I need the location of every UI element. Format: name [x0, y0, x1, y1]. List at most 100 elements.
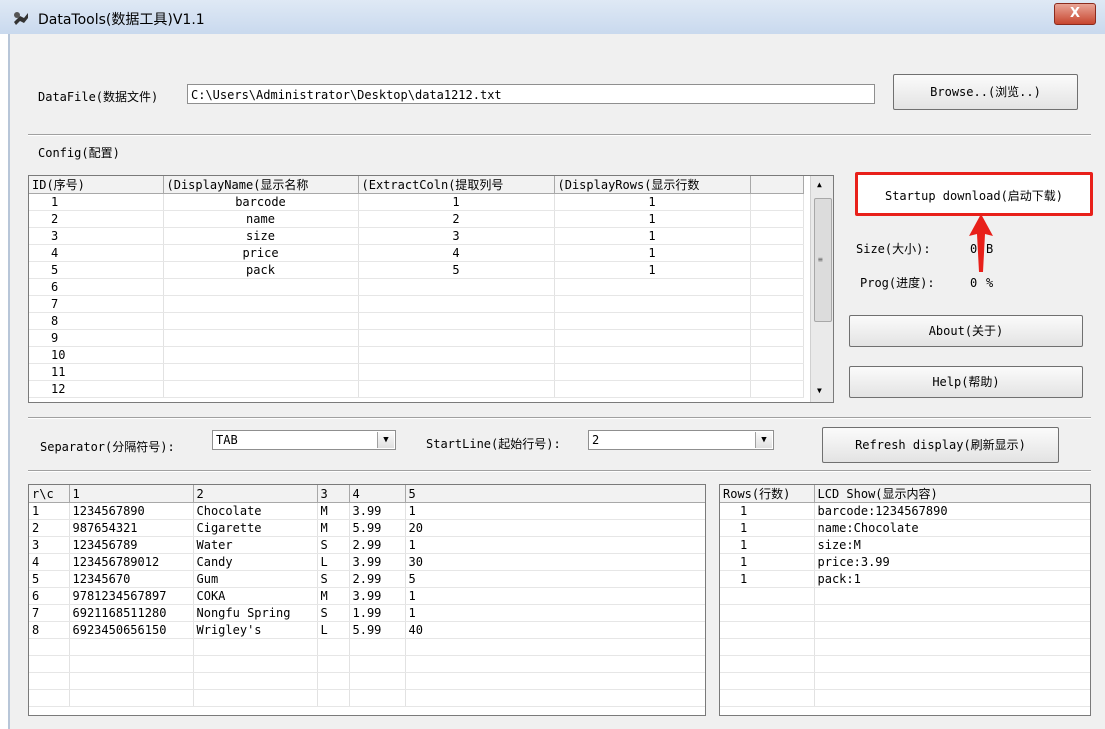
data-cell[interactable]: Cigarette	[193, 519, 318, 537]
config-row[interactable]: 1 barcode 1 1	[29, 193, 804, 211]
data-cell[interactable]: L	[317, 553, 350, 571]
config-cell[interactable]: size	[163, 227, 359, 245]
data-cell[interactable]	[405, 689, 705, 707]
lcd-row[interactable]	[720, 587, 1090, 605]
config-cell[interactable]: 1	[358, 193, 555, 211]
lcd-cell[interactable]: 1	[720, 553, 815, 571]
data-cell[interactable]: M	[317, 519, 350, 537]
about-button[interactable]: About(关于)	[849, 315, 1083, 347]
data-cell[interactable]: 8	[29, 621, 70, 639]
config-cell[interactable]: 10	[29, 346, 164, 364]
data-cell[interactable]: 40	[405, 621, 705, 639]
data-cell[interactable]: 1	[405, 536, 705, 554]
data-cell[interactable]: S	[317, 570, 350, 588]
datafile-path-input[interactable]: C:\Users\Administrator\Desktop\data1212.…	[187, 84, 875, 104]
chevron-down-icon[interactable]: ▼	[755, 432, 772, 448]
data-cell[interactable]: Chocolate	[193, 502, 318, 520]
lcd-row[interactable]: 1 size:M	[720, 536, 1090, 554]
lcd-cell[interactable]: pack:1	[814, 570, 1090, 588]
data-cell[interactable]	[193, 672, 318, 690]
lcd-cell[interactable]	[720, 672, 815, 690]
config-row[interactable]: 5 pack 5 1	[29, 261, 804, 279]
data-col-5[interactable]: 5	[405, 485, 705, 503]
config-cell[interactable]: 1	[554, 193, 751, 211]
config-row[interactable]: 6	[29, 278, 804, 296]
config-table[interactable]: ID(序号) (DisplayName(显示名称 (ExtractColn(提取…	[28, 175, 834, 403]
data-cell[interactable]: 5	[29, 570, 70, 588]
data-row[interactable]: 6 9781234567897 COKA M 3.99 1	[29, 587, 705, 605]
data-row[interactable]	[29, 638, 705, 656]
config-cell[interactable]: 1	[554, 210, 751, 228]
lcd-row[interactable]	[720, 621, 1090, 639]
config-cell[interactable]	[358, 380, 555, 398]
config-cell[interactable]: 5	[29, 261, 164, 279]
config-row[interactable]: 11	[29, 363, 804, 381]
data-cell[interactable]: Water	[193, 536, 318, 554]
lcd-row[interactable]: 1 barcode:1234567890	[720, 502, 1090, 520]
data-cell[interactable]: S	[317, 536, 350, 554]
data-cell[interactable]: 1234567890	[69, 502, 194, 520]
startup-download-button[interactable]: Startup download(启动下载)	[855, 172, 1093, 216]
data-cell[interactable]: 20	[405, 519, 705, 537]
refresh-display-button[interactable]: Refresh display(刷新显示)	[822, 427, 1059, 463]
config-cell[interactable]	[163, 380, 359, 398]
config-cell[interactable]: 2	[29, 210, 164, 228]
data-cell[interactable]: 3.99	[349, 502, 406, 520]
data-cell[interactable]: S	[317, 604, 350, 622]
data-row[interactable]: 2 987654321 Cigarette M 5.99 20	[29, 519, 705, 537]
data-cell[interactable]: 6	[29, 587, 70, 605]
data-row[interactable]: 3 123456789 Water S 2.99 1	[29, 536, 705, 554]
config-row[interactable]: 7	[29, 295, 804, 313]
help-button[interactable]: Help(帮助)	[849, 366, 1083, 398]
data-cell[interactable]: 1	[29, 502, 70, 520]
data-cell[interactable]: M	[317, 587, 350, 605]
data-cell[interactable]	[29, 672, 70, 690]
config-cell[interactable]: 6	[29, 278, 164, 296]
data-col-3[interactable]: 3	[317, 485, 350, 503]
data-cell[interactable]	[69, 655, 194, 673]
data-cell[interactable]	[405, 672, 705, 690]
data-col-2[interactable]: 2	[193, 485, 318, 503]
data-cell[interactable]	[69, 672, 194, 690]
lcd-col-show[interactable]: LCD Show(显示内容)	[814, 485, 1090, 503]
lcd-cell[interactable]: 1	[720, 502, 815, 520]
data-cell[interactable]: 12345670	[69, 570, 194, 588]
browse-button[interactable]: Browse..(浏览..)	[893, 74, 1078, 110]
data-cell[interactable]: 2.99	[349, 536, 406, 554]
config-cell[interactable]	[358, 363, 555, 381]
data-cell[interactable]	[349, 672, 406, 690]
data-cell[interactable]	[317, 655, 350, 673]
data-cell[interactable]: 987654321	[69, 519, 194, 537]
config-cell[interactable]	[163, 346, 359, 364]
data-cell[interactable]: 5	[405, 570, 705, 588]
data-cell[interactable]: 30	[405, 553, 705, 571]
lcd-cell[interactable]: 1	[720, 570, 815, 588]
lcd-cell[interactable]	[814, 689, 1090, 707]
config-cell[interactable]: pack	[163, 261, 359, 279]
data-cell[interactable]: 7	[29, 604, 70, 622]
data-cell[interactable]: COKA	[193, 587, 318, 605]
data-cell[interactable]	[193, 689, 318, 707]
data-table[interactable]: r\c 1 2 3 4 5 1 1234567890 Chocolate M 3.99 1…	[28, 484, 706, 716]
data-row[interactable]	[29, 672, 705, 690]
data-cell[interactable]: 2	[29, 519, 70, 537]
lcd-cell[interactable]	[814, 672, 1090, 690]
data-cell[interactable]: 4	[29, 553, 70, 571]
data-cell[interactable]: 1	[405, 502, 705, 520]
startline-select[interactable]: 2 ▼	[588, 430, 774, 450]
config-cell[interactable]: 12	[29, 380, 164, 398]
scroll-up-icon[interactable]: ▲	[817, 180, 822, 189]
data-cell[interactable]: 2.99	[349, 570, 406, 588]
lcd-cell[interactable]	[814, 604, 1090, 622]
config-cell[interactable]	[554, 278, 751, 296]
lcd-cell[interactable]	[720, 655, 815, 673]
config-cell[interactable]	[554, 329, 751, 347]
data-cell[interactable]: 6923450656150	[69, 621, 194, 639]
data-row[interactable]: 5 12345670 Gum S 2.99 5	[29, 570, 705, 588]
lcd-cell[interactable]	[720, 621, 815, 639]
data-cell[interactable]: 123456789012	[69, 553, 194, 571]
data-cell[interactable]: Candy	[193, 553, 318, 571]
config-row[interactable]: 3 size 3 1	[29, 227, 804, 245]
config-scrollbar[interactable]: ▲ ≡ ▼	[810, 176, 833, 402]
chevron-down-icon[interactable]: ▼	[377, 432, 394, 448]
